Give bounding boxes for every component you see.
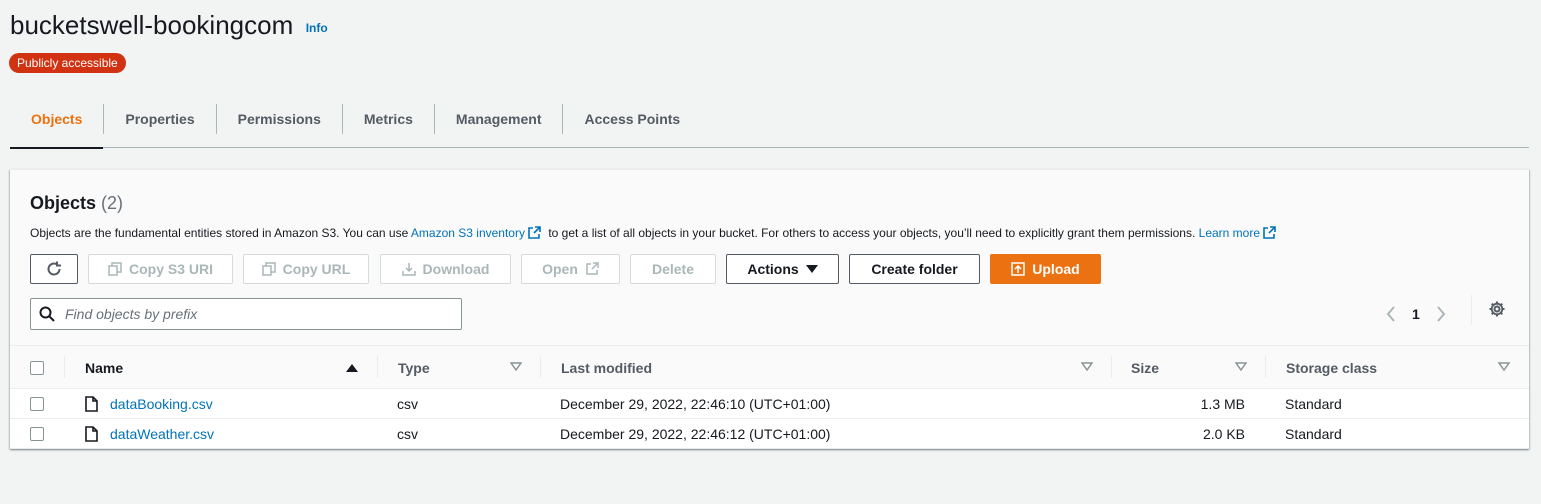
refresh-button[interactable] bbox=[30, 254, 78, 284]
copy-url-button[interactable]: Copy URL bbox=[243, 254, 369, 284]
object-last-modified: December 29, 2022, 22:46:12 (UTC+01:00) bbox=[560, 426, 831, 442]
create-folder-label: Create folder bbox=[871, 261, 958, 277]
open-button[interactable]: Open bbox=[521, 254, 620, 284]
delete-label: Delete bbox=[651, 261, 695, 277]
actions-label: Actions bbox=[747, 261, 799, 277]
panel-title: Objects (2) bbox=[30, 193, 123, 214]
column-header-size[interactable]: Size bbox=[1131, 346, 1159, 389]
table-row[interactable]: dataWeather.csv csv December 29, 2022, 2… bbox=[10, 419, 1529, 449]
object-name-link[interactable]: dataBooking.csv bbox=[110, 389, 213, 419]
search-input[interactable] bbox=[63, 305, 443, 323]
sort-icon[interactable] bbox=[1498, 362, 1510, 372]
column-header-storage-class[interactable]: Storage class bbox=[1286, 346, 1377, 389]
object-size: 1.3 MB bbox=[1200, 396, 1245, 412]
search-icon bbox=[39, 306, 55, 322]
copy-s3-uri-label: Copy S3 URI bbox=[128, 261, 213, 277]
delete-button[interactable]: Delete bbox=[630, 254, 716, 284]
object-size: 2.0 KB bbox=[1202, 426, 1245, 442]
chevron-left-icon[interactable] bbox=[1386, 306, 1396, 322]
row-select-cell bbox=[30, 389, 44, 419]
sort-icon[interactable] bbox=[1235, 362, 1247, 372]
column-header-last-modified[interactable]: Last modified bbox=[561, 346, 652, 389]
copy-icon bbox=[261, 262, 276, 276]
search-box bbox=[30, 298, 462, 330]
table-row[interactable]: dataBooking.csv csv December 29, 2022, 2… bbox=[10, 389, 1529, 419]
sort-icon[interactable] bbox=[1081, 362, 1093, 372]
file-icon bbox=[85, 426, 98, 442]
panel-title-text: Objects bbox=[30, 193, 97, 213]
object-type: csv bbox=[397, 426, 418, 442]
tab-bar: Objects Properties Permissions Metrics M… bbox=[10, 90, 1529, 149]
row-checkbox[interactable] bbox=[30, 397, 44, 411]
create-folder-button[interactable]: Create folder bbox=[849, 254, 980, 284]
tab-permissions[interactable]: Permissions bbox=[217, 90, 342, 148]
external-link-icon bbox=[1262, 226, 1276, 243]
objects-panel: Objects (2) Objects are the fundamental … bbox=[10, 169, 1529, 449]
info-link[interactable]: Info bbox=[306, 21, 328, 35]
download-button[interactable]: Download bbox=[380, 254, 511, 284]
chevron-right-icon[interactable] bbox=[1436, 306, 1446, 322]
column-divider bbox=[377, 356, 378, 378]
copy-s3-uri-button[interactable]: Copy S3 URI bbox=[88, 254, 233, 284]
upload-icon bbox=[1011, 262, 1026, 276]
description-text-2: to get a list of all objects in your buc… bbox=[548, 226, 1196, 240]
column-divider bbox=[64, 356, 65, 378]
select-all-checkbox[interactable] bbox=[30, 360, 44, 375]
sort-icon[interactable] bbox=[510, 362, 522, 372]
panel-description: Objects are the fundamental entities sto… bbox=[30, 226, 1280, 243]
tab-access-points[interactable]: Access Points bbox=[563, 90, 701, 148]
caret-down-icon bbox=[805, 265, 818, 273]
file-icon-cell bbox=[85, 389, 98, 419]
sort-ascending-icon[interactable] bbox=[346, 363, 358, 373]
column-divider bbox=[1265, 356, 1266, 378]
object-last-modified: December 29, 2022, 22:46:10 (UTC+01:00) bbox=[560, 396, 831, 412]
page-header: bucketswell-bookingcom Info bbox=[10, 10, 328, 41]
pager-divider bbox=[1471, 295, 1472, 325]
download-icon bbox=[401, 263, 416, 276]
object-storage-class: Standard bbox=[1285, 426, 1342, 442]
table-header: Name Type Last modified Size Storage cla… bbox=[10, 345, 1529, 389]
upload-button[interactable]: Upload bbox=[990, 254, 1101, 284]
actions-button[interactable]: Actions bbox=[726, 254, 839, 284]
description-text: Objects are the fundamental entities sto… bbox=[30, 226, 409, 240]
settings-gear-icon[interactable] bbox=[1488, 300, 1506, 318]
tab-management[interactable]: Management bbox=[435, 90, 563, 148]
external-link-icon bbox=[586, 262, 599, 275]
object-count: (2) bbox=[101, 193, 124, 213]
learn-more-link[interactable]: Learn more bbox=[1199, 226, 1260, 240]
refresh-icon bbox=[47, 261, 61, 276]
object-name-link[interactable]: dataWeather.csv bbox=[110, 419, 214, 449]
row-select-cell bbox=[30, 419, 44, 449]
file-icon-cell bbox=[85, 419, 98, 449]
column-divider bbox=[1111, 356, 1112, 378]
tab-properties[interactable]: Properties bbox=[104, 90, 215, 148]
file-icon bbox=[85, 396, 98, 412]
tab-metrics[interactable]: Metrics bbox=[343, 90, 434, 148]
open-label: Open bbox=[542, 261, 578, 277]
upload-label: Upload bbox=[1032, 261, 1080, 277]
tab-objects[interactable]: Objects bbox=[10, 90, 104, 149]
pagination: 1 bbox=[1386, 300, 1446, 328]
download-label: Download bbox=[422, 261, 490, 277]
external-link-icon bbox=[527, 226, 541, 243]
column-header-type[interactable]: Type bbox=[398, 346, 430, 389]
page-title: bucketswell-bookingcom bbox=[10, 10, 294, 40]
object-storage-class: Standard bbox=[1285, 396, 1342, 412]
public-access-badge: Publicly accessible bbox=[9, 53, 126, 73]
copy-url-label: Copy URL bbox=[282, 261, 351, 277]
select-all-cell bbox=[30, 346, 44, 389]
s3-inventory-link[interactable]: Amazon S3 inventory bbox=[411, 226, 525, 240]
column-divider bbox=[540, 356, 541, 378]
current-page[interactable]: 1 bbox=[1412, 306, 1420, 322]
column-header-name[interactable]: Name bbox=[85, 346, 123, 389]
row-checkbox[interactable] bbox=[30, 427, 44, 441]
copy-icon bbox=[108, 262, 122, 276]
object-type: csv bbox=[397, 396, 418, 412]
